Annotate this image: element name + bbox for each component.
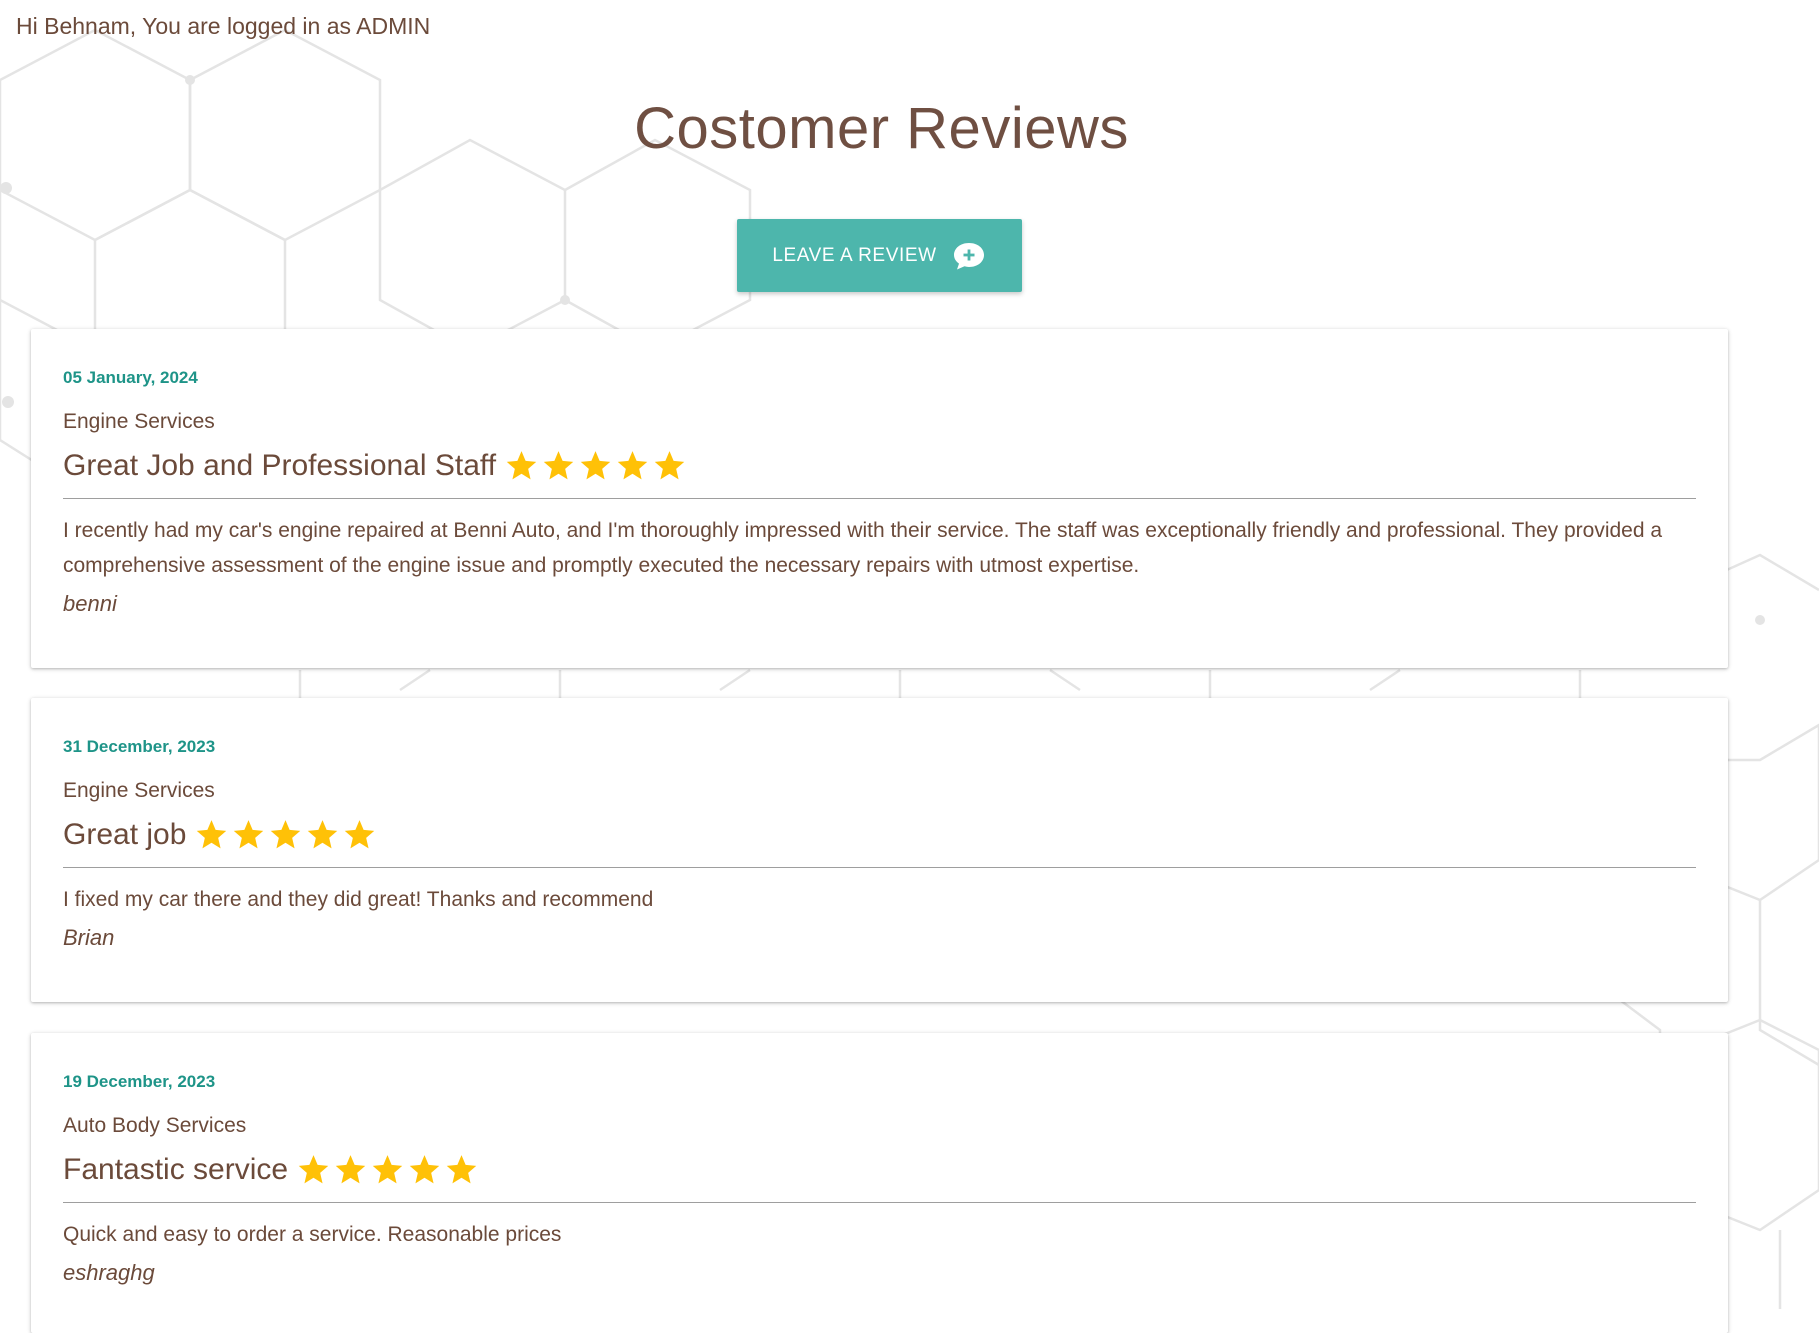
leave-review-label: LEAVE A REVIEW [772, 244, 937, 266]
review-author: benni [63, 591, 117, 616]
review-card: 19 December, 2023 Auto Body Services Fan… [31, 1033, 1728, 1333]
review-card: 31 December, 2023 Engine Services Great … [31, 698, 1728, 1002]
star-icon [345, 820, 375, 849]
review-title-row: Fantastic service [63, 1150, 1696, 1190]
star-icon [234, 820, 264, 849]
leave-review-button[interactable]: LEAVE A REVIEW [737, 219, 1022, 292]
review-text: Quick and easy to order a service. Reaso… [63, 1223, 562, 1246]
star-icon [372, 1155, 403, 1184]
review-card: 05 January, 2024 Engine Services Great J… [31, 329, 1728, 668]
review-date: 05 January, 2024 [63, 368, 198, 387]
review-divider [63, 1202, 1696, 1203]
star-icon [271, 820, 301, 849]
review-date: 31 December, 2023 [63, 737, 216, 756]
review-text: I recently had my car's engine repaired … [63, 519, 1663, 577]
chat-add-icon [951, 240, 987, 272]
star-icon [308, 820, 338, 849]
star-icon [617, 451, 648, 480]
login-greeting: Hi Behnam, You are logged in as ADMIN [16, 13, 431, 39]
star-icon [409, 1155, 440, 1184]
star-icon [654, 451, 685, 480]
review-title: Fantastic service [63, 1153, 289, 1186]
star-icon [580, 451, 611, 480]
star-icon [298, 1155, 329, 1184]
review-service: Auto Body Services [63, 1114, 247, 1137]
review-divider [63, 498, 1696, 499]
review-divider [63, 867, 1696, 868]
review-service: Engine Services [63, 410, 215, 433]
review-title-row: Great Job and Professional Staff [63, 446, 1696, 486]
review-title: Great job [63, 818, 187, 851]
review-text: I fixed my car there and they did great!… [63, 888, 654, 911]
star-icon [335, 1155, 366, 1184]
review-author: eshraghg [63, 1260, 155, 1285]
review-service: Engine Services [63, 779, 215, 802]
star-icon [446, 1155, 477, 1184]
star-rating [194, 818, 377, 852]
star-icon [506, 451, 537, 480]
review-date: 19 December, 2023 [63, 1072, 216, 1091]
review-title-row: Great job [63, 815, 1696, 855]
page-title: Costomer Reviews [634, 96, 1129, 161]
star-rating [504, 449, 687, 483]
review-author: Brian [63, 925, 115, 950]
review-title: Great Job and Professional Staff [63, 449, 497, 482]
star-rating [296, 1153, 479, 1187]
star-icon [543, 451, 574, 480]
star-icon [197, 820, 227, 849]
